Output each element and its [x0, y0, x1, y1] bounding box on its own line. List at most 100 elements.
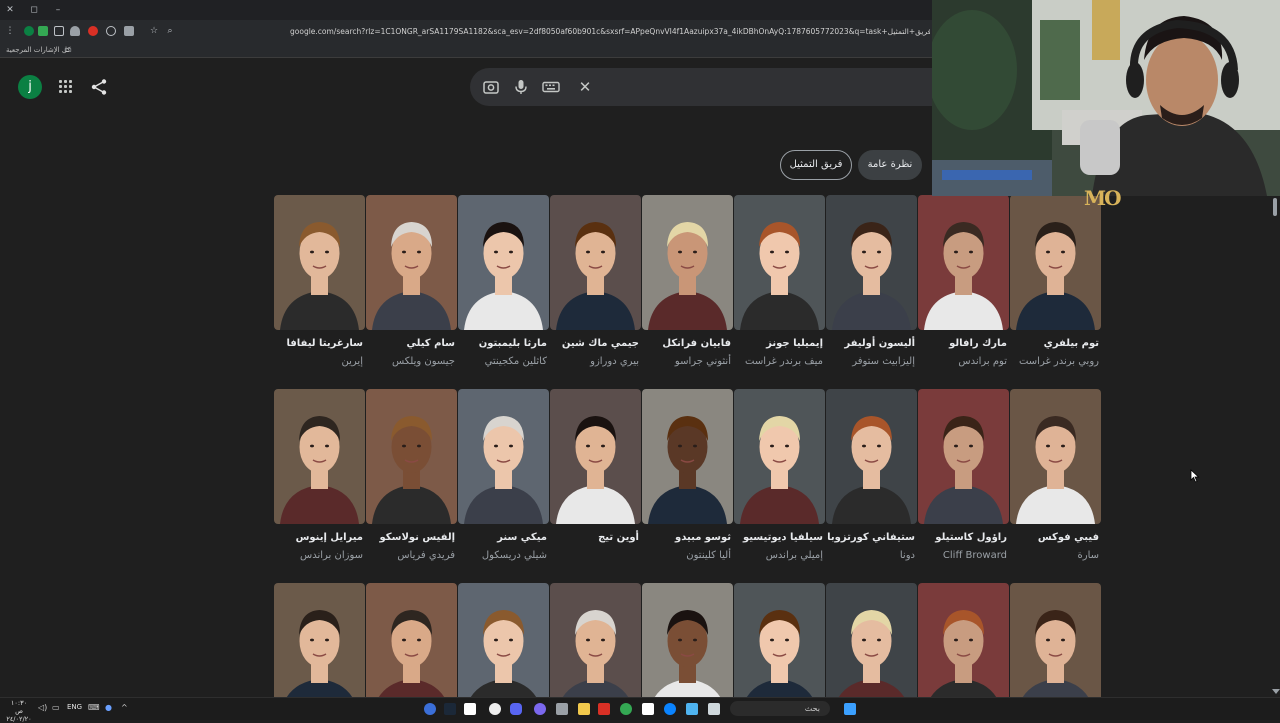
- cast-card[interactable]: فابيان فرانكل أنثوني جراسو: [642, 195, 733, 375]
- cast-card[interactable]: [642, 583, 733, 697]
- actor-photo[interactable]: [826, 195, 917, 330]
- cast-card[interactable]: [1010, 583, 1101, 697]
- actor-name[interactable]: فابيان فرانكل: [662, 338, 731, 349]
- cast-card[interactable]: ميرايل إينوس سوزان براندس: [274, 389, 365, 569]
- actor-name[interactable]: جيمي ماك شين: [562, 338, 639, 349]
- actor-photo[interactable]: [274, 389, 365, 524]
- actor-name[interactable]: مارك رافالو: [949, 338, 1007, 349]
- actor-photo[interactable]: [918, 583, 1009, 697]
- actor-photo[interactable]: [826, 583, 917, 697]
- scrollbar[interactable]: [1272, 195, 1278, 695]
- search-box[interactable]: ✕: [470, 68, 940, 106]
- cast-card[interactable]: إيميليا جونز ميف برندر غراست: [734, 195, 825, 375]
- tab-overview[interactable]: نظرة عامة: [858, 150, 922, 180]
- extension-icon[interactable]: [124, 26, 134, 36]
- actor-photo[interactable]: [734, 583, 825, 697]
- cast-card[interactable]: راؤول كاستيلو Cliff Broward: [918, 389, 1009, 569]
- taskbar-clock[interactable]: ١٠:٣٠ ص ٢٤/٠٢/٢٠: [6, 699, 32, 723]
- file-explorer-icon[interactable]: [578, 703, 590, 715]
- actor-photo[interactable]: [458, 195, 549, 330]
- actor-name[interactable]: أليسون أوليفر: [844, 338, 915, 349]
- minimize-icon[interactable]: –: [52, 4, 64, 16]
- cast-card[interactable]: [274, 583, 365, 697]
- restore-icon[interactable]: ◻: [28, 4, 40, 16]
- avatar[interactable]: j: [18, 75, 42, 99]
- actor-photo[interactable]: [642, 195, 733, 330]
- actor-name[interactable]: ميرايل إينوس: [296, 532, 363, 543]
- discord-icon[interactable]: [510, 703, 522, 715]
- windows-start-icon[interactable]: [844, 703, 856, 715]
- app-icon[interactable]: [642, 703, 654, 715]
- mic-tray-icon[interactable]: ●: [105, 703, 112, 713]
- actor-name[interactable]: فيبي فوكس: [1038, 532, 1099, 543]
- actor-name[interactable]: ثوسو مبيدو: [675, 532, 731, 543]
- actor-name[interactable]: راؤول كاستيلو: [935, 532, 1007, 543]
- actor-photo[interactable]: [1010, 583, 1101, 697]
- cast-card[interactable]: مارك رافالو توم براندس: [918, 195, 1009, 375]
- cast-card[interactable]: إلفيس نولاسكو فريدي فرياس: [366, 389, 457, 569]
- actor-photo[interactable]: [826, 389, 917, 524]
- cast-card[interactable]: جيمي ماك شين بيري دورازو: [550, 195, 641, 375]
- tray-chevron-icon[interactable]: ^: [121, 703, 128, 713]
- bookmark-star-icon[interactable]: ☆: [148, 25, 160, 37]
- cast-card[interactable]: سيلفيا ديوتيسيو إميلي براندس: [734, 389, 825, 569]
- actor-photo[interactable]: [274, 195, 365, 330]
- cast-card[interactable]: [366, 583, 457, 697]
- actor-photo[interactable]: [550, 389, 641, 524]
- cast-card[interactable]: ستيفاني كورتزوبا دونا: [826, 389, 917, 569]
- actor-photo[interactable]: [458, 389, 549, 524]
- tab-cast[interactable]: فريق التمثيل: [780, 150, 852, 180]
- actor-photo[interactable]: [642, 389, 733, 524]
- taskbar-search[interactable]: بحث: [730, 701, 830, 716]
- app-icon[interactable]: [534, 703, 546, 715]
- app-icon[interactable]: [708, 703, 720, 715]
- actor-photo[interactable]: [734, 389, 825, 524]
- actor-name[interactable]: ميكي سنر: [497, 532, 547, 543]
- clear-search-icon[interactable]: ✕: [576, 78, 594, 96]
- cast-card[interactable]: [734, 583, 825, 697]
- app-icon[interactable]: [424, 703, 436, 715]
- cast-card[interactable]: سام كيلي جيسون ويلكس: [366, 195, 457, 375]
- network-icon[interactable]: ▭: [52, 703, 60, 713]
- cast-card[interactable]: فيبي فوكس سارة: [1010, 389, 1101, 569]
- cast-card[interactable]: [826, 583, 917, 697]
- cast-card[interactable]: أوين تيج: [550, 389, 641, 569]
- actor-name[interactable]: سارغريتا ليفافا: [286, 338, 363, 349]
- url-field[interactable]: google.com/search?rlz=1C1ONGR_arSA1179SA…: [290, 25, 930, 39]
- actor-photo[interactable]: [918, 389, 1009, 524]
- apps-grid-icon[interactable]: [58, 79, 74, 95]
- cast-card[interactable]: مارثا بليمبتون كاثلين مكجينتي: [458, 195, 549, 375]
- speaker-icon[interactable]: ◁): [38, 703, 47, 713]
- cast-card[interactable]: سارغريتا ليفافا إيرين: [274, 195, 365, 375]
- actor-photo[interactable]: [366, 195, 457, 330]
- scroll-down-icon[interactable]: [1272, 689, 1280, 695]
- cast-card[interactable]: ثوسو مبيدو أليا كلينتون: [642, 389, 733, 569]
- cast-card[interactable]: [550, 583, 641, 697]
- actor-name[interactable]: سيلفيا ديوتيسيو: [743, 532, 823, 543]
- actor-photo[interactable]: [550, 195, 641, 330]
- actor-name[interactable]: مارثا بليمبتون: [479, 338, 547, 349]
- menu-dots-icon[interactable]: ⋮: [4, 25, 16, 37]
- cast-card[interactable]: توم بيلفري روبي برندر غراست: [1010, 195, 1101, 375]
- app-icon[interactable]: [686, 703, 698, 715]
- actor-photo[interactable]: [734, 195, 825, 330]
- all-bookmarks-label[interactable]: كل الإشارات المرجعية: [6, 44, 71, 56]
- actor-name[interactable]: توم بيلفري: [1044, 338, 1099, 349]
- app-icon[interactable]: [489, 703, 501, 715]
- chrome-icon[interactable]: [620, 703, 632, 715]
- cast-card[interactable]: [918, 583, 1009, 697]
- scrollbar-thumb[interactable]: [1273, 198, 1277, 216]
- edge-icon[interactable]: [664, 703, 676, 715]
- microphone-icon[interactable]: [512, 78, 530, 96]
- zoom-icon[interactable]: ⌕: [164, 25, 176, 37]
- extension-icon[interactable]: [106, 26, 116, 36]
- actor-photo[interactable]: [1010, 389, 1101, 524]
- actor-name[interactable]: إلفيس نولاسكو: [380, 532, 455, 543]
- actor-photo[interactable]: [1010, 195, 1101, 330]
- actor-photo[interactable]: [918, 195, 1009, 330]
- extension-icon[interactable]: [38, 26, 48, 36]
- actor-name[interactable]: أوين تيج: [598, 532, 639, 543]
- keyboard-icon[interactable]: [542, 78, 560, 96]
- actor-name[interactable]: سام كيلي: [407, 338, 456, 349]
- cast-card[interactable]: ميكي سنر شيلي دريسكول: [458, 389, 549, 569]
